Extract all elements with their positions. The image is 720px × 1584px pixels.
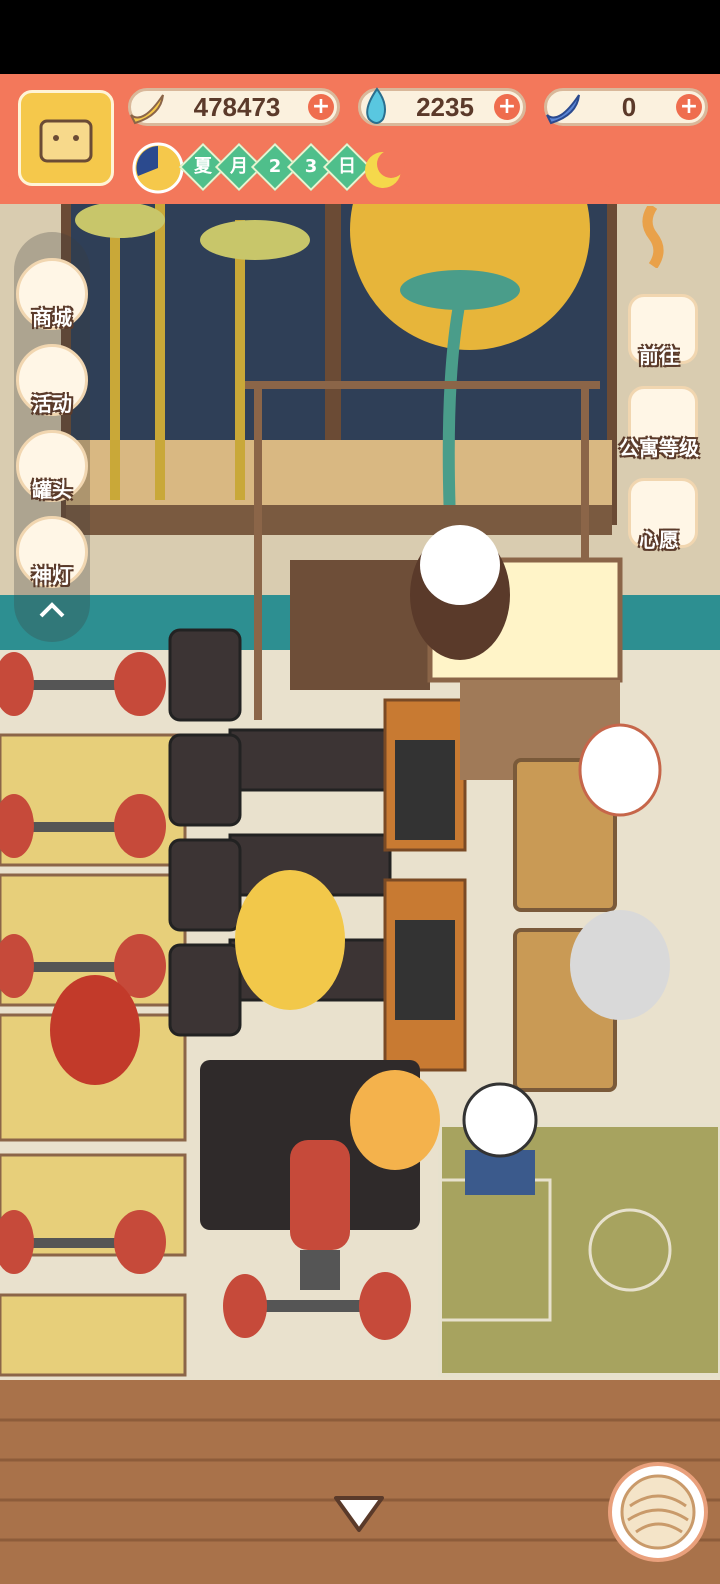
flame-counter: 2235 + xyxy=(358,87,526,126)
menu-cans-label: 罐头 xyxy=(32,478,72,502)
blue-banana-icon xyxy=(546,94,580,125)
menu-apartment-level[interactable]: 公寓等级 xyxy=(606,386,712,472)
menu-go[interactable]: 前往 xyxy=(606,294,712,380)
cat-character xyxy=(578,723,662,817)
chevron-up-icon xyxy=(39,602,65,618)
add-banana-button[interactable]: + xyxy=(308,94,334,120)
flame-amount: 2235 xyxy=(416,92,474,122)
menu-shop-label: 商城 xyxy=(32,306,72,330)
yarn-ball-button[interactable] xyxy=(608,1462,708,1562)
menu-cans[interactable]: 罐头 xyxy=(12,428,92,510)
menu-wish-label: 心愿 xyxy=(639,528,679,552)
day-clock-icon xyxy=(132,142,184,194)
banana-amount: 478473 xyxy=(193,92,281,122)
menu-lamp-label: 神灯 xyxy=(32,564,72,588)
dog-character xyxy=(235,870,345,1010)
gem-amount: 0 xyxy=(621,92,637,122)
mouse-character xyxy=(570,910,670,1020)
status-bar xyxy=(0,0,720,74)
yarn-ball-icon xyxy=(620,1474,696,1550)
add-flame-button[interactable]: + xyxy=(494,94,520,120)
collapse-menu-button[interactable] xyxy=(34,598,70,626)
menu-apartment-level-label: 公寓等级 xyxy=(619,436,699,460)
menu-lamp[interactable]: 神灯 xyxy=(12,514,92,596)
moon-night-icon[interactable] xyxy=(358,144,408,194)
banana-icon xyxy=(130,94,164,125)
left-side-menu: 商城 活动 罐头 神灯 xyxy=(14,232,90,642)
blue-flame-icon xyxy=(366,87,386,124)
menu-events-label: 活动 xyxy=(32,392,72,416)
tiger-character xyxy=(350,1070,440,1170)
menu-events[interactable]: 活动 xyxy=(12,342,92,424)
expand-down-button[interactable] xyxy=(332,1494,386,1534)
add-gem-button[interactable]: + xyxy=(676,94,702,120)
banana-counter: 478473 + xyxy=(128,88,340,126)
menu-shop[interactable]: 商城 xyxy=(12,256,92,338)
gem-counter: 0 + xyxy=(544,88,708,126)
rope-icon[interactable] xyxy=(636,206,670,268)
menu-go-label: 前往 xyxy=(639,344,679,368)
menu-wish[interactable]: 心愿 xyxy=(606,478,712,564)
player-avatar[interactable] xyxy=(18,90,114,186)
rooster-character xyxy=(50,975,140,1085)
